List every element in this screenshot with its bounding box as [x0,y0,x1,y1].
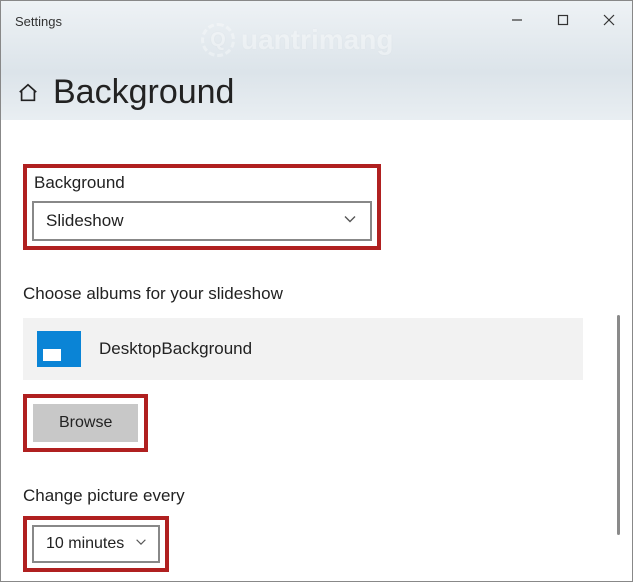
background-section: Background Slideshow [23,164,610,250]
maximize-icon [557,14,569,26]
app-title: Settings [15,14,62,29]
minimize-button[interactable] [494,1,540,39]
minimize-icon [511,14,523,26]
close-button[interactable] [586,1,632,39]
albums-label: Choose albums for your slideshow [23,284,610,304]
window-controls [494,1,632,39]
maximize-button[interactable] [540,1,586,39]
home-icon[interactable] [17,82,39,104]
background-dropdown-value: Slideshow [46,211,124,231]
page-title: Background [53,73,234,112]
window-header: Settings Q uantrimang Background [1,1,632,120]
folder-icon [37,331,81,367]
interval-label: Change picture every [23,486,610,506]
interval-section: Change picture every 10 minutes [23,486,610,572]
interval-dropdown-value: 10 minutes [46,535,124,553]
highlight-box-browse: Browse [23,394,148,452]
background-dropdown[interactable]: Slideshow [32,201,372,241]
page-heading-row: Background [17,73,234,112]
highlight-box-interval: 10 minutes [23,516,169,572]
chevron-down-icon [134,535,148,554]
browse-button[interactable]: Browse [33,404,138,442]
highlight-box-background: Background Slideshow [23,164,381,250]
album-name: DesktopBackground [99,339,252,359]
scrollbar[interactable] [617,315,620,535]
content-area: Background Slideshow Choose albums for y… [1,120,632,572]
albums-section: Choose albums for your slideshow Desktop… [23,284,610,452]
background-label: Background [34,173,372,193]
album-item[interactable]: DesktopBackground [23,318,583,380]
chevron-down-icon [342,211,358,232]
close-icon [603,14,615,26]
interval-dropdown[interactable]: 10 minutes [32,525,160,563]
